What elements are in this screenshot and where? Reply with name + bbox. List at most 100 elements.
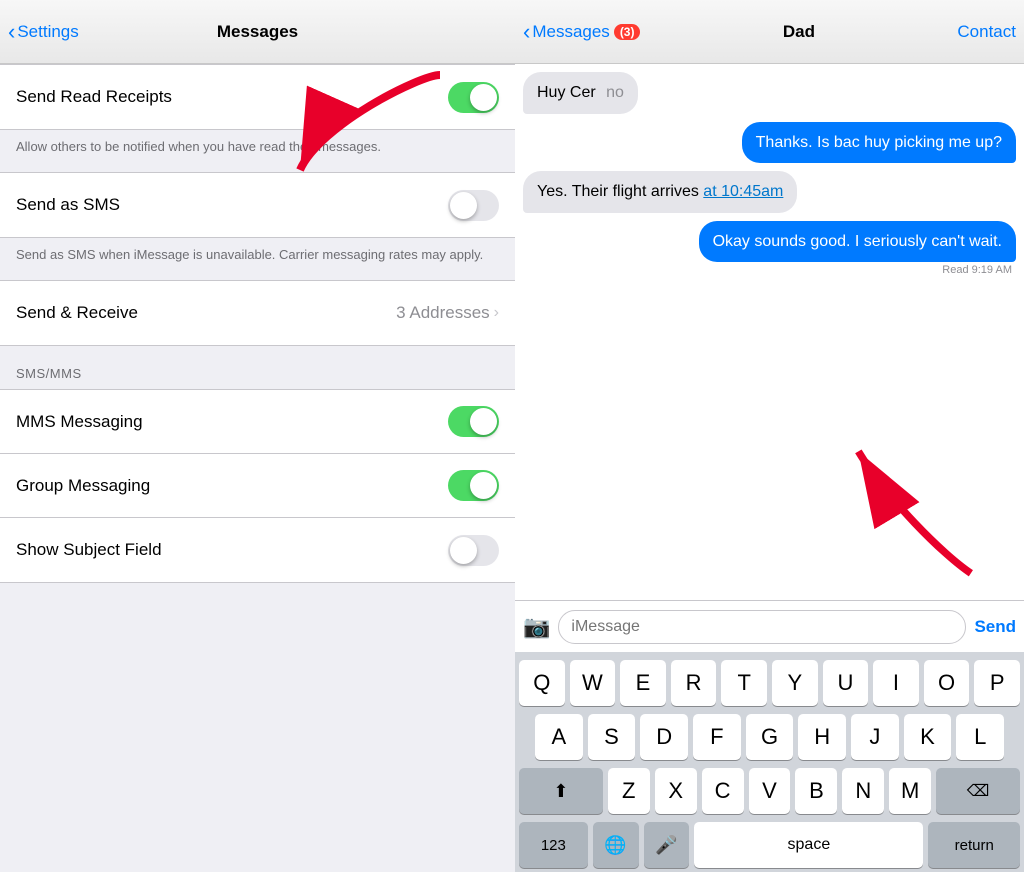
- key-V[interactable]: V: [749, 768, 791, 814]
- key-D[interactable]: D: [640, 714, 688, 760]
- keyboard-row-1: Q W E R T Y U I O P: [519, 660, 1020, 706]
- send-as-sms-row: Send as SMS: [0, 173, 515, 237]
- key-I[interactable]: I: [873, 660, 919, 706]
- send-receive-value: 3 Addresses ›: [396, 303, 499, 323]
- send-as-sms-toggle[interactable]: [448, 190, 499, 221]
- key-space[interactable]: space: [694, 822, 923, 868]
- flight-link[interactable]: at 10:45am: [703, 183, 783, 200]
- key-O[interactable]: O: [924, 660, 970, 706]
- send-as-sms-label: Send as SMS: [16, 195, 120, 215]
- key-C[interactable]: C: [702, 768, 744, 814]
- key-return[interactable]: return: [928, 822, 1020, 868]
- key-Z[interactable]: Z: [608, 768, 650, 814]
- key-S[interactable]: S: [588, 714, 636, 760]
- message-bubble-outgoing-okay: Okay sounds good. I seriously can't wait…: [699, 221, 1016, 263]
- send-receive-count: 3 Addresses: [396, 303, 490, 323]
- toggle-knob-group: [470, 472, 497, 499]
- key-G[interactable]: G: [746, 714, 794, 760]
- key-X[interactable]: X: [655, 768, 697, 814]
- contact-button[interactable]: Contact: [957, 22, 1016, 42]
- keyboard-bottom-row: 123 🌐 🎤 space return: [519, 822, 1020, 868]
- group-messaging-row: Group Messaging: [0, 454, 515, 518]
- chevron-right-icon: ›: [494, 304, 499, 322]
- show-subject-field-row: Show Subject Field: [0, 518, 515, 582]
- message-suffix: no: [606, 84, 624, 101]
- key-N[interactable]: N: [842, 768, 884, 814]
- key-J[interactable]: J: [851, 714, 899, 760]
- show-subject-field-label: Show Subject Field: [16, 540, 162, 560]
- messages-back-button[interactable]: ‹ Messages (3): [523, 19, 640, 45]
- send-as-sms-section: Send as SMS: [0, 172, 515, 238]
- key-H[interactable]: H: [798, 714, 846, 760]
- messages-panel: ‹ Messages (3) Dad Contact Huy Cer no Th…: [515, 0, 1024, 872]
- toggle-knob-sms: [450, 192, 477, 219]
- key-shift[interactable]: ⬆: [519, 768, 603, 814]
- message-thanks: Thanks. Is bac huy picking me up?: [523, 122, 1016, 164]
- send-button[interactable]: Send: [974, 617, 1016, 637]
- message-bubble-incoming: Huy Cer no: [523, 72, 638, 114]
- message-huy-cer: Huy Cer no: [523, 72, 1016, 114]
- send-read-receipts-description: Allow others to be notified when you hav…: [0, 130, 515, 172]
- mms-messaging-label: MMS Messaging: [16, 412, 143, 432]
- keyboard-row-3: ⬆ Z X C V B N M ⌫: [519, 768, 1020, 814]
- key-123[interactable]: 123: [519, 822, 588, 868]
- key-W[interactable]: W: [570, 660, 616, 706]
- key-globe[interactable]: 🌐: [593, 822, 639, 868]
- messages-content: Huy Cer no Thanks. Is bac huy picking me…: [515, 64, 1024, 600]
- key-E[interactable]: E: [620, 660, 666, 706]
- back-chevron-icon: ‹: [8, 19, 15, 45]
- key-T[interactable]: T: [721, 660, 767, 706]
- settings-content: Send Read Receipts Allow others to be no…: [0, 64, 515, 872]
- settings-back-button[interactable]: ‹ Settings: [8, 19, 79, 45]
- key-P[interactable]: P: [974, 660, 1020, 706]
- key-U[interactable]: U: [823, 660, 869, 706]
- mms-messaging-row: MMS Messaging: [0, 390, 515, 454]
- key-Y[interactable]: Y: [772, 660, 818, 706]
- message-text-okay: Okay sounds good. I seriously can't wait…: [713, 233, 1002, 250]
- message-flight: Yes. Their flight arrives at 10:45am: [523, 171, 1016, 213]
- show-subject-field-toggle[interactable]: [448, 535, 499, 566]
- messages-count-badge: (3): [614, 24, 641, 40]
- send-read-receipts-toggle[interactable]: [448, 82, 499, 113]
- message-okay: Okay sounds good. I seriously can't wait…: [523, 221, 1016, 277]
- message-text-flight: Yes. Their flight arrives: [537, 183, 703, 200]
- key-R[interactable]: R: [671, 660, 717, 706]
- settings-panel: ‹ Settings Messages Send Read Receipts A…: [0, 0, 515, 872]
- key-B[interactable]: B: [795, 768, 837, 814]
- message-input[interactable]: [558, 610, 966, 644]
- message-text-thanks: Thanks. Is bac huy picking me up?: [756, 134, 1002, 151]
- send-read-receipts-label: Send Read Receipts: [16, 87, 172, 107]
- key-F[interactable]: F: [693, 714, 741, 760]
- key-mic[interactable]: 🎤: [644, 822, 690, 868]
- message-text: Huy Cer: [537, 84, 596, 101]
- message-input-bar: 📷 Send: [515, 600, 1024, 652]
- group-messaging-toggle[interactable]: [448, 470, 499, 501]
- camera-icon[interactable]: 📷: [523, 614, 550, 640]
- send-receive-section: Send & Receive 3 Addresses ›: [0, 280, 515, 346]
- message-bubble-incoming-flight: Yes. Their flight arrives at 10:45am: [523, 171, 797, 213]
- key-M[interactable]: M: [889, 768, 931, 814]
- settings-back-label: Settings: [17, 22, 78, 42]
- keyboard: Q W E R T Y U I O P A S D F G H J K L ⬆ …: [515, 652, 1024, 872]
- key-K[interactable]: K: [904, 714, 952, 760]
- messages-back-label: Messages: [532, 22, 609, 42]
- sms-mms-header: SMS/MMS: [0, 346, 515, 389]
- key-delete[interactable]: ⌫: [936, 768, 1020, 814]
- settings-title: Messages: [217, 22, 298, 42]
- messages-back-chevron-icon: ‹: [523, 19, 530, 45]
- key-A[interactable]: A: [535, 714, 583, 760]
- contact-name: Dad: [783, 22, 815, 42]
- send-read-receipts-section: Send Read Receipts: [0, 64, 515, 130]
- sms-mms-section: MMS Messaging Group Messaging Show Subje…: [0, 389, 515, 583]
- mms-messaging-toggle[interactable]: [448, 406, 499, 437]
- settings-nav-bar: ‹ Settings Messages: [0, 0, 515, 64]
- send-receive-row[interactable]: Send & Receive 3 Addresses ›: [0, 281, 515, 345]
- toggle-knob: [470, 84, 497, 111]
- key-L[interactable]: L: [956, 714, 1004, 760]
- toggle-knob-subject: [450, 537, 477, 564]
- key-Q[interactable]: Q: [519, 660, 565, 706]
- message-bubble-outgoing-thanks: Thanks. Is bac huy picking me up?: [742, 122, 1016, 164]
- toggle-knob-mms: [470, 408, 497, 435]
- keyboard-row-2: A S D F G H J K L: [519, 714, 1020, 760]
- group-messaging-label: Group Messaging: [16, 476, 150, 496]
